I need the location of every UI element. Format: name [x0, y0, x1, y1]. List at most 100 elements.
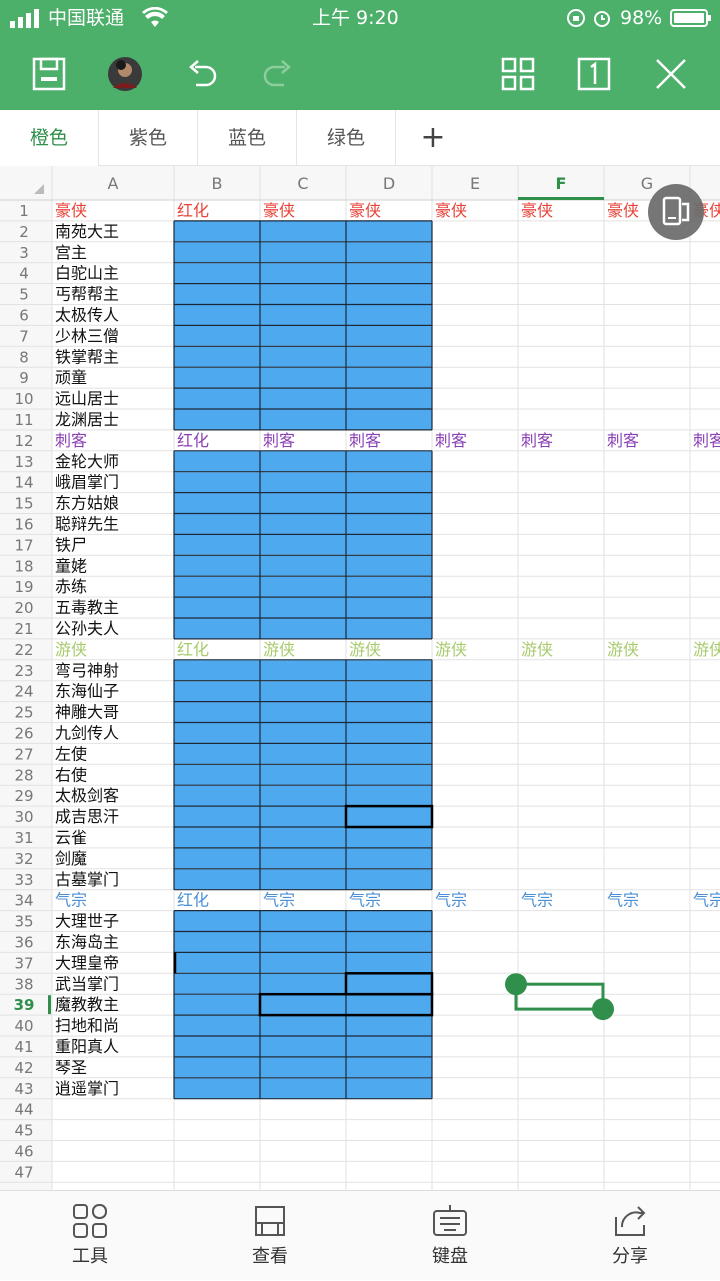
row-number: 39	[14, 996, 35, 1014]
add-sheet-button[interactable]: +	[396, 110, 470, 166]
spreadsheet-grid[interactable]: A B C D E F G 1 2 3 4 5 6 7 8 9 10 11 12 13 14 15 16 17 18 19 20 21…	[0, 166, 720, 1190]
row-number: 22	[14, 641, 33, 659]
share-button[interactable]: 分享	[570, 1191, 690, 1281]
hero-name-cell: 聪辩先生	[55, 515, 119, 534]
hero-name-cell: 宫主	[55, 243, 87, 262]
tab-blue[interactable]: 蓝色	[198, 110, 297, 166]
category-cell: 游侠	[349, 640, 381, 659]
category-cell: 气宗	[521, 891, 553, 910]
row-number: 13	[14, 453, 33, 471]
category-cell: 刺客	[521, 431, 553, 450]
row-number: 3	[19, 244, 29, 262]
row-number: 11	[14, 411, 33, 429]
row-number: 33	[14, 871, 33, 889]
category-cell: 刺客	[693, 431, 720, 450]
save-button[interactable]	[26, 38, 72, 110]
category-cell: 红化	[177, 201, 209, 220]
hero-name-cell: 赤练	[55, 577, 87, 596]
rotation-lock-icon	[566, 8, 586, 34]
hero-name-cell: 东海仙子	[55, 682, 119, 701]
hero-name-cell: 右使	[55, 765, 87, 784]
view-button[interactable]: 查看	[210, 1191, 330, 1281]
grid-view-button[interactable]	[496, 38, 540, 110]
sheet-count-button[interactable]	[574, 38, 614, 110]
selection-handle-start[interactable]	[505, 973, 527, 996]
undo-button[interactable]	[182, 38, 222, 110]
row-number: 46	[14, 1143, 33, 1161]
row-number: 23	[14, 662, 33, 680]
row-number: 42	[14, 1059, 33, 1077]
floating-mode-button[interactable]	[648, 184, 704, 240]
hero-name-cell: 少林三僧	[55, 326, 119, 345]
hero-name-cell: 重阳真人	[55, 1037, 119, 1056]
hero-name-cell: 成吉思汗	[55, 807, 119, 826]
hero-name-cell: 丐帮帮主	[55, 285, 119, 304]
category-cell: 豪侠	[349, 201, 381, 220]
category-cell: 豪侠	[435, 201, 467, 220]
device-switch-icon	[662, 196, 690, 226]
sheet-tabs: 橙色 紫色 蓝色 绿色 +	[0, 110, 720, 166]
filled-block	[174, 450, 432, 639]
tools-label: 工具	[72, 1246, 108, 1267]
clock-label: 上午 9:20	[312, 7, 399, 29]
grid-icon	[501, 57, 535, 91]
keyboard-icon	[433, 1205, 467, 1236]
category-cell: 游侠	[435, 640, 467, 659]
selection-handle-end[interactable]	[592, 998, 614, 1021]
row-number: 15	[14, 495, 33, 513]
row-number: 47	[14, 1163, 33, 1181]
row-number: 10	[14, 390, 33, 408]
row-number: 6	[19, 307, 29, 325]
view-label: 查看	[252, 1246, 288, 1267]
category-cell: 红化	[177, 431, 209, 450]
wifi-icon	[142, 6, 168, 35]
tab-green[interactable]: 绿色	[297, 110, 396, 166]
hero-name-cell: 铁尸	[55, 535, 87, 554]
row-number: 17	[14, 536, 33, 554]
keyboard-button[interactable]: 键盘	[390, 1191, 510, 1281]
tools-icon	[73, 1204, 107, 1238]
category-cell: 气宗	[263, 891, 295, 910]
hero-name-cell: 弯弓神射	[55, 661, 119, 680]
category-label: 气宗	[55, 891, 87, 910]
row-number: 38	[14, 975, 33, 993]
row-number: 35	[14, 913, 33, 931]
hero-name-cell: 公孙夫人	[55, 619, 119, 638]
row-number: 21	[14, 620, 33, 638]
row-number: 5	[19, 286, 29, 304]
redo-button[interactable]	[258, 38, 298, 110]
share-label: 分享	[612, 1246, 648, 1267]
tab-purple[interactable]: 紫色	[99, 110, 198, 166]
hero-name-cell: 峨眉掌门	[55, 473, 119, 492]
row-number: 36	[14, 934, 33, 952]
column-header-d: D	[383, 174, 395, 193]
hero-name-cell: 太极剑客	[55, 786, 119, 805]
category-cell: 豪侠	[521, 201, 553, 220]
row-number: 24	[14, 683, 33, 701]
column-header-e: E	[470, 174, 480, 193]
row-number: 8	[19, 348, 29, 366]
row-number: 25	[14, 704, 33, 722]
row-number: 18	[14, 557, 33, 575]
category-cell: 气宗	[607, 891, 639, 910]
tools-button[interactable]: 工具	[30, 1191, 150, 1281]
close-button[interactable]	[650, 38, 692, 110]
hero-name-cell: 左使	[55, 744, 87, 763]
hero-name-cell: 魔教教主	[55, 995, 119, 1014]
tab-orange[interactable]: 橙色	[0, 110, 99, 166]
category-label: 豪侠	[55, 201, 87, 220]
row-number: 34	[14, 892, 33, 910]
category-label: 刺客	[55, 431, 87, 450]
redo-icon	[263, 60, 291, 87]
hero-name-cell: 顽童	[55, 368, 87, 387]
sheet-canvas[interactable]: A B C D E F G123456789101112131415161718192021…	[0, 166, 720, 1190]
row-number: 9	[19, 369, 29, 387]
hero-name-cell: 东方姑娘	[55, 494, 119, 513]
alarm-icon	[592, 8, 612, 34]
share-icon	[615, 1206, 646, 1236]
avatar[interactable]	[104, 38, 146, 110]
hero-name-cell: 龙渊居士	[55, 410, 119, 429]
row-number: 32	[14, 850, 33, 868]
sheet-count-icon	[577, 57, 611, 91]
column-header-b: B	[212, 174, 223, 193]
